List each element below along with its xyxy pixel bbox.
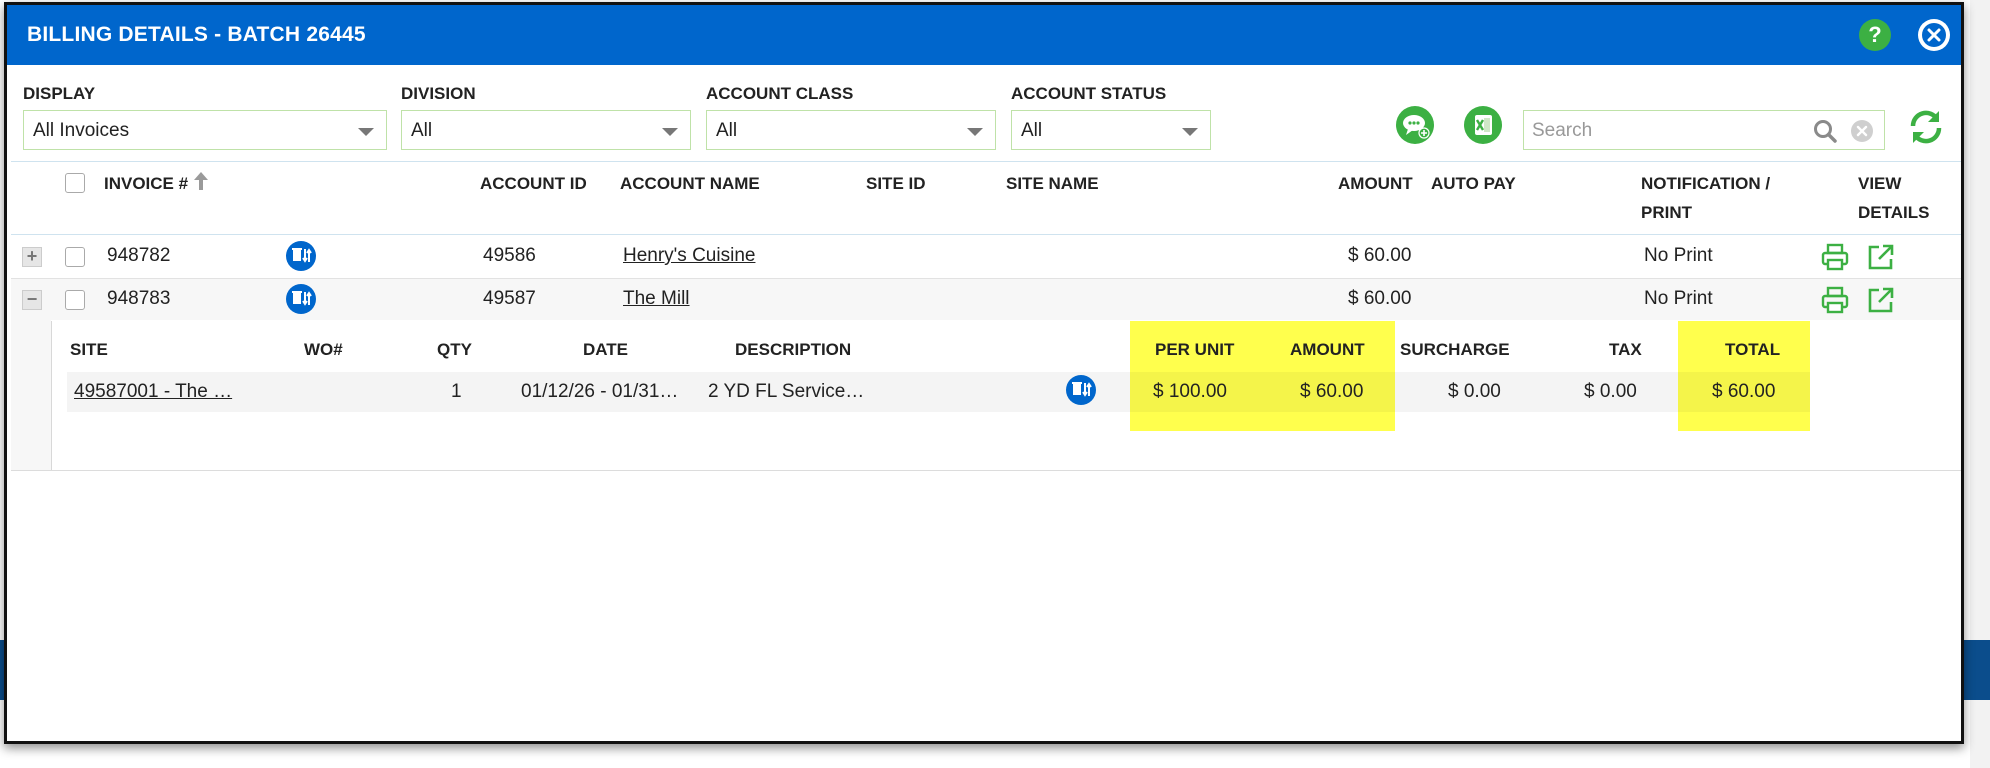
- clear-search-icon[interactable]: [1850, 119, 1874, 143]
- refresh-icon[interactable]: [1905, 106, 1947, 148]
- detail-header-surcharge: SURCHARGE: [1400, 340, 1510, 359]
- detail-amount: $ 60.00: [1300, 381, 1364, 402]
- notification-print: No Print: [1644, 245, 1713, 266]
- open-external-icon[interactable]: [1866, 242, 1896, 272]
- chevron-down-icon: [662, 128, 678, 136]
- display-filter-label: DISPLAY: [23, 84, 96, 103]
- column-header-auto-pay[interactable]: AUTO PAY: [1431, 169, 1516, 198]
- detail-header-date: DATE: [583, 340, 629, 359]
- display-filter-select[interactable]: All Invoices: [23, 110, 387, 150]
- column-header-amount[interactable]: AMOUNT: [1338, 169, 1413, 198]
- dialog-title: BILLING DETAILS - BATCH 26445: [27, 23, 366, 46]
- account-status-filter-select[interactable]: All: [1011, 110, 1211, 150]
- search-icon[interactable]: [1812, 118, 1838, 144]
- service-change-icon[interactable]: [286, 284, 316, 314]
- table-header-top-border: [11, 161, 1961, 162]
- detail-site-link[interactable]: 49587001 - The …: [74, 381, 232, 403]
- column-header-account-id[interactable]: ACCOUNT ID: [480, 169, 587, 198]
- service-change-icon[interactable]: [1066, 375, 1096, 405]
- detail-header-wo: WO#: [304, 340, 343, 359]
- sort-ascending-icon[interactable]: [193, 171, 209, 200]
- detail-date: 01/12/26 - 01/31…: [521, 381, 679, 402]
- detail-per-unit: $ 100.00: [1153, 381, 1227, 402]
- billing-details-dialog: BILLING DETAILS - BATCH 26445 ? DISPLAY …: [4, 2, 1964, 744]
- help-icon[interactable]: ?: [1859, 19, 1891, 51]
- detail-total: $ 60.00: [1712, 381, 1776, 402]
- column-header-notification-print[interactable]: NOTIFICATION / PRINT: [1641, 169, 1770, 227]
- row-checkbox[interactable]: [65, 247, 85, 267]
- detail-qty: 1: [451, 381, 462, 402]
- detail-surcharge: $ 0.00: [1448, 381, 1501, 402]
- detail-tax: $ 0.00: [1584, 381, 1637, 402]
- detail-header-total: TOTAL: [1725, 340, 1781, 359]
- account-name-link[interactable]: Henry's Cuisine: [623, 245, 755, 267]
- account-class-filter-value: All: [716, 120, 738, 141]
- column-header-invoice[interactable]: INVOICE #: [104, 169, 209, 200]
- account-id: 49586: [483, 245, 536, 266]
- account-class-filter-label: ACCOUNT CLASS: [706, 84, 854, 103]
- detail-header-description: DESCRIPTION: [735, 340, 852, 359]
- detail-header-site: SITE: [70, 340, 108, 359]
- chevron-down-icon: [967, 128, 983, 136]
- search-box: [1523, 110, 1885, 151]
- detail-header-tax: TAX: [1609, 340, 1642, 359]
- division-filter-label: DIVISION: [401, 84, 476, 103]
- chevron-down-icon: [1182, 128, 1198, 136]
- add-comment-icon[interactable]: [1396, 106, 1434, 144]
- detail-header-per-unit: PER UNIT: [1155, 340, 1235, 359]
- detail-header-amount: AMOUNT: [1290, 340, 1365, 359]
- account-class-filter-select[interactable]: All: [706, 110, 996, 150]
- column-header-site-name[interactable]: SITE NAME: [1006, 169, 1099, 198]
- account-id: 49587: [483, 288, 536, 309]
- column-header-site-id[interactable]: SITE ID: [866, 169, 926, 198]
- account-name-link[interactable]: The Mill: [623, 288, 690, 310]
- expand-row-icon[interactable]: +: [22, 247, 42, 267]
- print-icon[interactable]: [1820, 242, 1850, 272]
- invoice-number: 948782: [107, 245, 171, 266]
- invoice-amount: $ 60.00: [1348, 288, 1412, 309]
- detail-description: 2 YD FL Service…: [708, 381, 865, 402]
- row-checkbox[interactable]: [65, 290, 85, 310]
- detail-panel-divider: [51, 321, 52, 471]
- detail-row-background: [67, 372, 1787, 412]
- display-filter-value: All Invoices: [33, 120, 130, 141]
- column-header-account-name[interactable]: ACCOUNT NAME: [620, 169, 760, 198]
- account-status-filter-value: All: [1021, 120, 1043, 141]
- select-all-checkbox[interactable]: [65, 173, 85, 193]
- table-bottom-border: [11, 470, 1961, 471]
- division-filter-select[interactable]: All: [401, 110, 691, 150]
- division-filter-value: All: [411, 120, 433, 141]
- account-status-filter-label: ACCOUNT STATUS: [1011, 84, 1167, 103]
- excel-export-icon[interactable]: [1464, 106, 1502, 144]
- close-icon[interactable]: [1918, 19, 1950, 51]
- service-change-icon[interactable]: [286, 241, 316, 271]
- print-icon[interactable]: [1820, 285, 1850, 315]
- invoice-number: 948783: [107, 288, 171, 309]
- column-header-view-details: VIEW DETAILS: [1858, 174, 1930, 222]
- notification-print: No Print: [1644, 288, 1713, 309]
- invoice-amount: $ 60.00: [1348, 245, 1412, 266]
- dialog-titlebar: BILLING DETAILS - BATCH 26445 ?: [7, 5, 1961, 65]
- background-window-strip: [1962, 640, 1990, 700]
- collapse-row-icon[interactable]: −: [22, 290, 42, 310]
- chevron-down-icon: [358, 128, 374, 136]
- search-input[interactable]: [1524, 111, 1814, 151]
- detail-header-qty: QTY: [437, 340, 472, 359]
- open-external-icon[interactable]: [1866, 285, 1896, 315]
